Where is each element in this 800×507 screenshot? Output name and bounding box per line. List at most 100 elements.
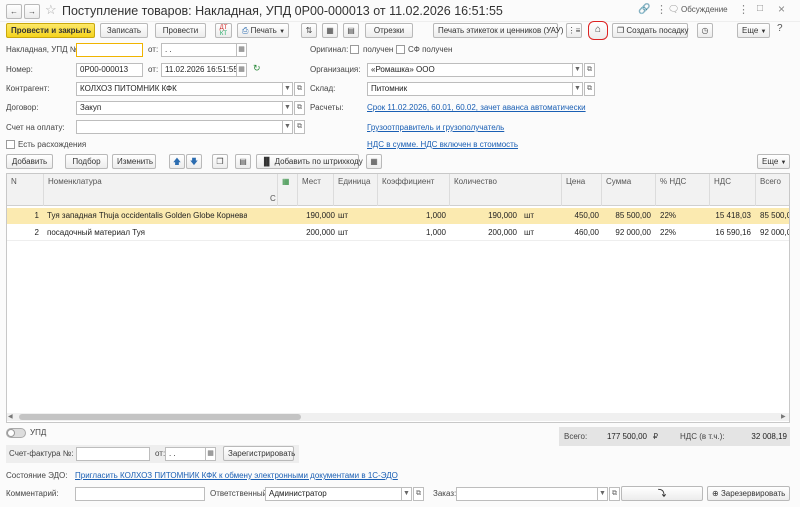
date-field[interactable]: 11.02.2026 16:51:55 — [161, 63, 237, 77]
invoice-date-field[interactable]: . . — [161, 43, 237, 57]
change-button[interactable]: Изменить — [112, 154, 156, 169]
comment-field[interactable] — [75, 487, 205, 501]
reserve-button[interactable]: ⊕ Зарезервировать — [707, 486, 790, 501]
discussion-icon[interactable]: 🗨 — [668, 4, 679, 15]
report-icon[interactable]: ▤ — [343, 23, 359, 38]
upd-toggle[interactable] — [6, 428, 26, 438]
chevron-down-icon[interactable]: ▼ — [572, 63, 583, 77]
cuts-button[interactable]: Отрезки — [365, 23, 413, 38]
save-button[interactable]: Записать — [100, 23, 148, 38]
sf-number-field[interactable] — [76, 447, 150, 461]
contractor-field[interactable]: КОЛХОЗ ПИТОМНИК КФК — [76, 82, 283, 96]
create-planting-button[interactable]: ❐ Создать посадку — [612, 23, 689, 38]
open-icon[interactable]: ⧉ — [294, 82, 305, 96]
discrepancy-checkbox[interactable] — [6, 140, 15, 149]
open-icon[interactable]: ⧉ — [584, 82, 595, 96]
open-icon[interactable]: ⧉ — [294, 120, 305, 134]
plus-circle-icon: ⊕ — [712, 489, 719, 498]
calendar-icon[interactable]: ▦ — [236, 63, 247, 77]
home-icon[interactable]: ⌂ — [588, 21, 608, 40]
refresh-icon[interactable]: ↻ — [253, 63, 261, 74]
organization-field[interactable]: «Ромашка» ООО — [367, 63, 573, 77]
col-places[interactable]: Мест — [298, 174, 334, 206]
table-icon[interactable]: ▦ — [322, 23, 338, 38]
link-icon[interactable]: 🔗 — [638, 4, 650, 15]
dt-kt-icon[interactable]: ДТ КТ — [215, 23, 232, 38]
clock-icon[interactable]: ◷ — [697, 23, 713, 38]
discussion-link[interactable]: Обсуждение — [681, 5, 728, 14]
move-down-icon[interactable]: 🡇 — [186, 154, 202, 169]
col-vat[interactable]: НДС — [710, 174, 756, 206]
table-more-button[interactable]: Еще ▼ — [757, 154, 790, 169]
chevron-down-icon[interactable]: ▼ — [401, 487, 412, 501]
col-qty[interactable]: Количество — [450, 174, 562, 206]
col-c[interactable]: С — [270, 194, 276, 203]
fill-button[interactable]: ⤵ — [621, 486, 703, 501]
col-price[interactable]: Цена — [562, 174, 602, 206]
col-total[interactable]: Всего — [756, 174, 789, 206]
col-coef[interactable]: Коэффициент — [378, 174, 450, 206]
invoice-number-field[interactable] — [76, 43, 143, 57]
calendar-grid-icon[interactable]: ▦ — [366, 154, 382, 169]
add-by-barcode-button[interactable]: ▐▌ Добавить по штрихкоду — [256, 154, 363, 169]
maximize-icon[interactable]: □ — [757, 3, 763, 14]
sf-received-checkbox[interactable] — [396, 45, 405, 54]
horizontal-scrollbar[interactable]: ◀ ▶ — [7, 413, 789, 421]
contract-field[interactable]: Закуп — [76, 101, 283, 115]
register-button[interactable]: Зарегистрировать — [223, 446, 295, 461]
responsible-field[interactable]: Администратор — [265, 487, 402, 501]
number-field[interactable]: 0Р00-000013 — [76, 63, 143, 77]
close-icon[interactable]: × — [778, 2, 785, 16]
calendar-icon[interactable]: ▦ — [205, 447, 216, 461]
shipper-link[interactable]: Грузоотправитель и грузополучатель — [367, 122, 504, 134]
favorite-star-icon[interactable]: ☆ — [45, 3, 57, 17]
more-vert-icon-2[interactable]: ⋮ — [738, 3, 749, 16]
paste-rows-icon[interactable]: ▤ — [235, 154, 251, 169]
help-icon[interactable]: ? — [777, 23, 783, 34]
col-icon[interactable]: ▦ — [278, 174, 298, 206]
chevron-down-icon[interactable]: ▼ — [572, 82, 583, 96]
col-unit[interactable]: Единица — [334, 174, 378, 206]
copy-rows-icon[interactable]: ❐ — [212, 154, 228, 169]
open-icon[interactable]: ⧉ — [584, 63, 595, 77]
table-row[interactable]: 1 Туя западная Thuja occidentalis Golden… — [7, 208, 789, 224]
received-checkbox[interactable] — [350, 45, 359, 54]
sf-date-field[interactable]: . . — [165, 447, 206, 461]
more-button[interactable]: Еще ▼ — [737, 23, 770, 38]
col-n[interactable]: N — [7, 174, 44, 206]
add-row-button[interactable]: Добавить — [6, 154, 53, 169]
warehouse-field[interactable]: Питомник — [367, 82, 573, 96]
chevron-down-icon[interactable]: ▼ — [282, 120, 293, 134]
print-labels-button[interactable]: Печать этикеток и ценников (УАУ) — [433, 23, 563, 38]
post-and-close-button[interactable]: Провести и закрыть — [6, 23, 95, 38]
print-button[interactable]: ⎙ Печать ▼ — [237, 23, 289, 38]
open-icon[interactable]: ⧉ — [294, 101, 305, 115]
order-field[interactable] — [456, 487, 598, 501]
back-button[interactable]: ← — [6, 4, 22, 19]
open-icon[interactable]: ⧉ — [609, 487, 620, 501]
vat-link[interactable]: НДС в сумме. НДС включен в стоимость — [367, 139, 518, 151]
scrollbar-thumb[interactable] — [19, 414, 301, 420]
pick-button[interactable]: Подбор — [65, 154, 108, 169]
move-up-icon[interactable]: 🡅 — [169, 154, 185, 169]
row-item: Туя западная Thuja occidentalis Golden G… — [47, 211, 247, 220]
settlements-link[interactable]: Срок 11.02.2026, 60.01, 60.02, зачет ава… — [367, 102, 586, 114]
payment-invoice-field[interactable] — [76, 120, 283, 134]
scroll-right-icon[interactable]: ▶ — [781, 413, 786, 420]
chevron-down-icon[interactable]: ▼ — [597, 487, 608, 501]
chevron-down-icon[interactable]: ▼ — [282, 101, 293, 115]
struct-icon[interactable]: ⇅ — [301, 23, 317, 38]
chevron-down-icon[interactable]: ▼ — [282, 82, 293, 96]
scroll-left-icon[interactable]: ◀ — [8, 413, 13, 420]
forward-button[interactable]: → — [24, 4, 40, 19]
post-button[interactable]: Провести — [155, 23, 206, 38]
open-icon[interactable]: ⧉ — [413, 487, 424, 501]
more-vert-icon[interactable]: ⋮ — [656, 3, 667, 16]
calendar-icon[interactable]: ▦ — [236, 43, 247, 57]
col-item[interactable]: Номенклатура — [44, 174, 278, 206]
col-sum[interactable]: Сумма — [602, 174, 656, 206]
table-row[interactable]: 2 посадочный материал Туя 200,000 шт 1,0… — [7, 225, 789, 241]
edo-link[interactable]: Пригласить КОЛХОЗ ПИТОМНИК КФК к обмену … — [75, 470, 398, 482]
list-icon[interactable]: ⋮≡ — [566, 23, 582, 38]
col-vat-pct[interactable]: % НДС — [656, 174, 710, 206]
